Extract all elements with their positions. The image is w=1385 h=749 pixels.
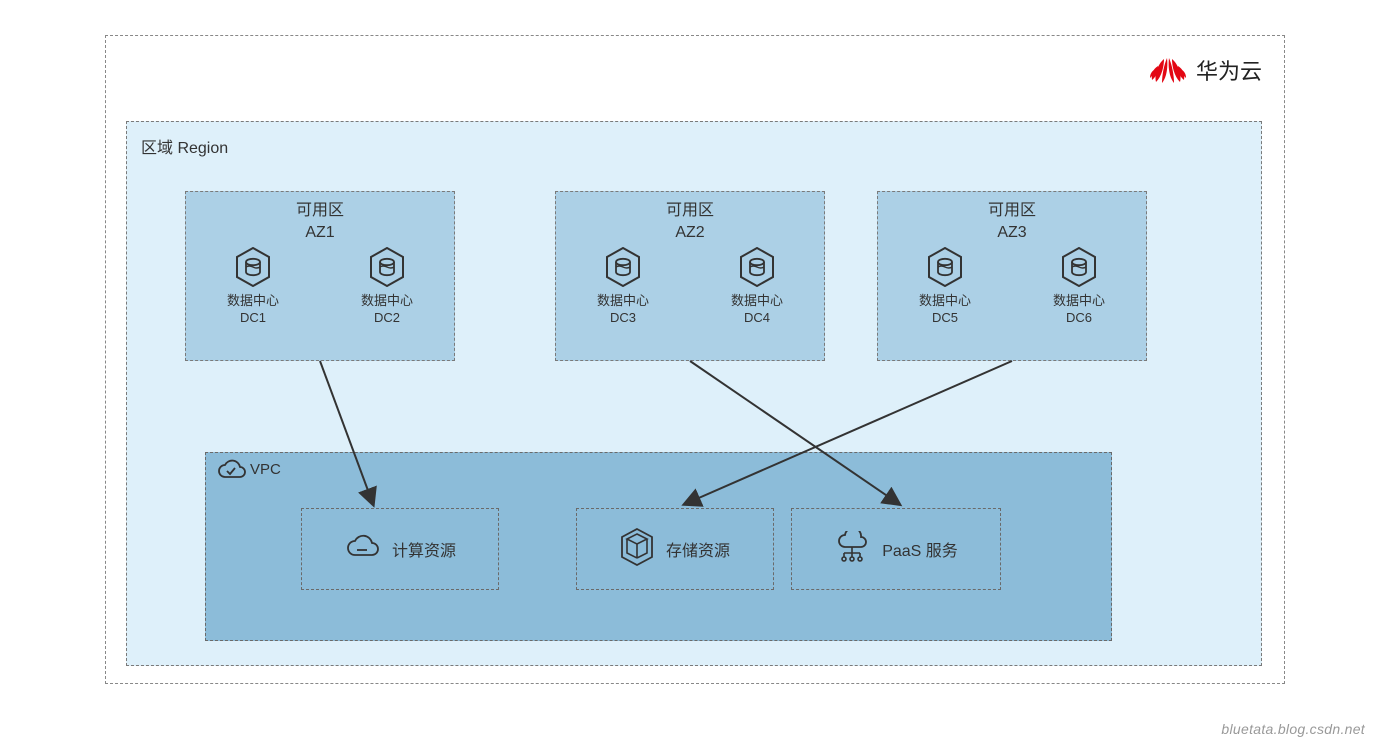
database-hex-icon xyxy=(927,247,963,287)
cloud-check-icon xyxy=(216,459,246,486)
dc-row: 数据中心DC1 数据中心DC2 xyxy=(186,247,454,327)
dc-label: 数据中心DC2 xyxy=(361,293,413,327)
az-title: 可用区 AZ2 xyxy=(556,200,824,243)
az-title: 可用区 AZ3 xyxy=(878,200,1146,243)
az-title-en: AZ3 xyxy=(997,224,1026,241)
dc-label: 数据中心DC4 xyxy=(731,293,783,327)
resource-label: PaaS 服务 xyxy=(882,537,958,561)
az-title-cn: 可用区 xyxy=(988,202,1036,219)
region-title: 区域 Region xyxy=(141,134,228,158)
database-hex-icon xyxy=(605,247,641,287)
huawei-logo-icon xyxy=(1150,56,1186,84)
dc-label: 数据中心DC5 xyxy=(919,293,971,327)
brand-label: 华为云 xyxy=(1196,54,1262,86)
az-title-cn: 可用区 xyxy=(666,202,714,219)
region-box: 区域 Region 可用区 AZ1 数据中心DC1 数据中心DC2 可用 xyxy=(126,121,1262,666)
outer-container: 华为云 区域 Region 可用区 AZ1 数据中心DC1 数据中心DC2 xyxy=(105,35,1285,684)
watermark: bluetata.blog.csdn.net xyxy=(1221,721,1365,737)
dc-label: 数据中心DC6 xyxy=(1053,293,1105,327)
database-hex-icon xyxy=(235,247,271,287)
datacenter-dc4: 数据中心DC4 xyxy=(702,247,812,327)
dc-label: 数据中心DC3 xyxy=(597,293,649,327)
datacenter-dc2: 数据中心DC2 xyxy=(332,247,442,327)
resource-compute: 计算资源 xyxy=(301,508,499,590)
datacenter-dc5: 数据中心DC5 xyxy=(890,247,1000,327)
az-title-en: AZ1 xyxy=(305,224,334,241)
availability-zone-az1: 可用区 AZ1 数据中心DC1 数据中心DC2 xyxy=(185,191,455,361)
datacenter-dc1: 数据中心DC1 xyxy=(198,247,308,327)
database-hex-icon xyxy=(739,247,775,287)
availability-zone-az3: 可用区 AZ3 数据中心DC5 数据中心DC6 xyxy=(877,191,1147,361)
dc-row: 数据中心DC3 数据中心DC4 xyxy=(556,247,824,327)
az-title-cn: 可用区 xyxy=(296,202,344,219)
resource-label: 存储资源 xyxy=(666,537,730,561)
availability-zone-az2: 可用区 AZ2 数据中心DC3 数据中心DC4 xyxy=(555,191,825,361)
datacenter-dc6: 数据中心DC6 xyxy=(1024,247,1134,327)
database-hex-icon xyxy=(369,247,405,287)
az-title-en: AZ2 xyxy=(675,224,704,241)
cloud-network-icon xyxy=(834,531,870,568)
resource-paas: PaaS 服务 xyxy=(791,508,1001,590)
az-title: 可用区 AZ1 xyxy=(186,200,454,243)
database-hex-icon xyxy=(1061,247,1097,287)
vpc-label: VPC xyxy=(250,461,281,478)
datacenter-dc3: 数据中心DC3 xyxy=(568,247,678,327)
dc-row: 数据中心DC5 数据中心DC6 xyxy=(878,247,1146,327)
resource-storage: 存储资源 xyxy=(576,508,774,590)
brand-lockup: 华为云 xyxy=(1150,54,1262,86)
storage-hex-icon xyxy=(620,528,654,571)
vpc-box: VPC 计算资源 存储资源 PaaS 服务 xyxy=(205,452,1112,641)
dc-label: 数据中心DC1 xyxy=(227,293,279,327)
resource-label: 计算资源 xyxy=(392,537,456,561)
cloud-compute-icon xyxy=(344,533,380,566)
